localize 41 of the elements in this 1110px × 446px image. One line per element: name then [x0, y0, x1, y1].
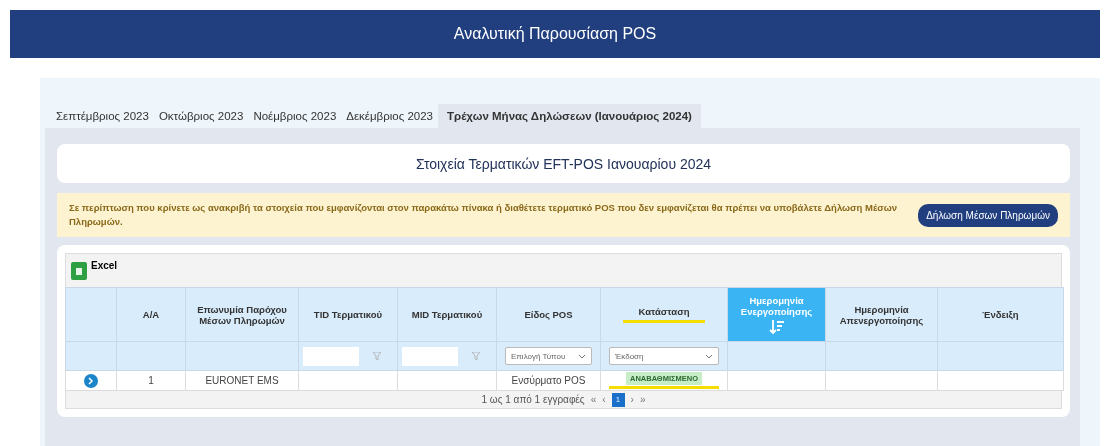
filter-select[interactable]: Επιλογή Τύπου — [505, 347, 592, 365]
column-header[interactable]: Επωνυμία Παρόχου Μέσων Πληρωμών — [185, 287, 299, 342]
column-header[interactable]: Είδος POS — [496, 287, 601, 342]
filter-cell — [65, 341, 117, 371]
next-page-button[interactable]: › — [630, 394, 634, 405]
month-tab[interactable]: Τρέχων Μήνας Δηλώσεων (Ιανουάριος 2024) — [438, 104, 701, 128]
column-header[interactable]: Α/Α — [116, 287, 186, 342]
chevron-right-icon — [88, 376, 94, 385]
declaration-button[interactable]: Δήλωση Μέσων Πληρωμών — [918, 203, 1058, 227]
column-header[interactable]: Κατάσταση — [600, 287, 728, 342]
month-tab[interactable]: Οκτώβριος 2023 — [153, 104, 249, 128]
filter-select[interactable]: Έκδοση — [609, 347, 719, 365]
first-page-button[interactable]: « — [590, 394, 597, 405]
column-header[interactable]: Ένδειξη — [937, 287, 1064, 342]
chevron-down-icon — [705, 353, 713, 359]
previous-page-button[interactable]: ‹ — [602, 394, 606, 405]
spreadsheet-icon[interactable] — [71, 261, 87, 280]
month-tab[interactable]: Σεπτέμβριος 2023 — [51, 104, 154, 128]
column-header[interactable]: Ημερομηνία Απενεργοποίησης — [825, 287, 938, 342]
filter-cell — [116, 341, 186, 371]
column-header[interactable]: TID Τερματικού — [298, 287, 398, 342]
filter-icon[interactable] — [373, 352, 381, 360]
last-page-button[interactable]: » — [639, 394, 646, 405]
chevron-down-icon — [578, 353, 586, 359]
table-cell: Ενσύρματο POS — [496, 370, 601, 391]
filter-icon[interactable] — [472, 352, 480, 360]
column-header[interactable] — [65, 287, 117, 342]
alert-text: Σε περίπτωση που κρίνετε ως ανακριβή τα στοιχεία που εμφανίζονται στον παρακάτω πίνακα ή διαθέτετε τερματικό POS που δεν εμφανίζεται θα πρέπει να υποβάλετε Δήλωση Μέσων Πληρωμών. — [69, 201, 899, 229]
sort-descending-icon[interactable] — [768, 318, 785, 335]
pager-summary: 1 ως 1 από 1 εγγραφές — [481, 394, 585, 405]
page-title: Αναλυτική Παρουσίαση POS — [453, 25, 657, 43]
month-tab[interactable]: Δεκέμβριος 2023 — [341, 104, 439, 128]
column-header[interactable]: MID Τερματικού — [397, 287, 497, 342]
month-tab[interactable]: Νοέμβριος 2023 — [248, 104, 342, 128]
filter-input[interactable] — [303, 346, 359, 366]
table-cell: EURONET EMS — [185, 370, 299, 391]
table-cell: 1 — [116, 370, 186, 391]
excel-button[interactable]: Excel — [91, 260, 118, 271]
panel-title: Στοιχεία Τερματικών EFT-POS Ιανουαρίου 2024 — [57, 144, 1070, 183]
expand-button[interactable] — [84, 373, 98, 388]
filter-input[interactable] — [402, 346, 458, 366]
